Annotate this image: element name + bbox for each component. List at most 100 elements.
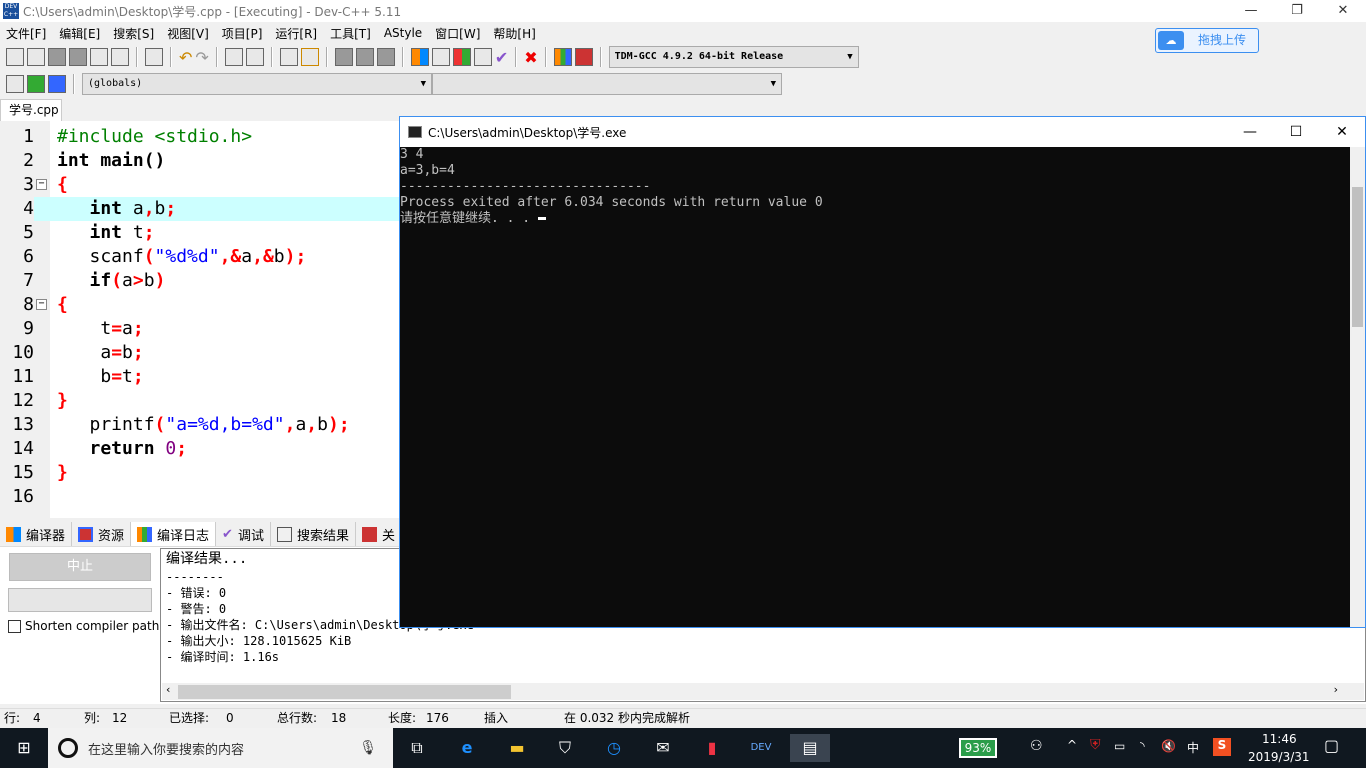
abort-button[interactable]: 中止 bbox=[9, 553, 151, 581]
tab-resources[interactable]: 资源 bbox=[72, 522, 132, 546]
stop-icon[interactable]: ✖ bbox=[524, 48, 537, 67]
code-line[interactable]: 14 return 0; bbox=[0, 437, 400, 461]
code-line[interactable]: 1 #include <stdio.h> bbox=[0, 125, 400, 149]
code-line[interactable]: 15} bbox=[0, 461, 400, 485]
office-icon[interactable]: ▮ bbox=[698, 734, 726, 762]
menu-astyle[interactable]: AStyle bbox=[378, 26, 429, 40]
mail-icon[interactable]: ✉ bbox=[649, 734, 677, 762]
code-line[interactable]: 13 printf("a=%d,b=%d",a,b); bbox=[0, 413, 400, 437]
edge-icon[interactable]: e bbox=[453, 734, 481, 762]
unindent-icon[interactable] bbox=[300, 48, 319, 66]
menu-window[interactable]: 窗口[W] bbox=[429, 25, 487, 42]
restore-button[interactable]: ❐ bbox=[1274, 0, 1320, 22]
upload-button[interactable]: ☁ 拖拽上传 bbox=[1155, 28, 1259, 53]
redo-icon[interactable]: ↷ bbox=[195, 48, 208, 67]
code-line[interactable]: 16 bbox=[0, 485, 400, 509]
replace-icon[interactable] bbox=[245, 48, 264, 66]
close-button[interactable]: ✕ bbox=[1320, 0, 1366, 22]
console-window[interactable]: C:\Users\admin\Desktop\学号.exe — ☐ ✕ 3 4 … bbox=[399, 116, 1366, 628]
task-view-icon[interactable]: ⧉ bbox=[403, 734, 431, 762]
devcpp-taskbar-icon[interactable]: DEV bbox=[747, 734, 775, 762]
menu-edit[interactable]: 编辑[E] bbox=[53, 25, 107, 42]
battery-icon[interactable]: ▭ bbox=[1114, 739, 1125, 753]
code-line[interactable]: 9 t=a; bbox=[0, 317, 400, 341]
syntax-check-icon[interactable]: ✔ bbox=[495, 48, 508, 67]
console-minimize-button[interactable]: — bbox=[1227, 117, 1273, 147]
checkbox[interactable] bbox=[8, 619, 21, 633]
close-file-icon[interactable] bbox=[90, 48, 108, 66]
run-icon[interactable] bbox=[431, 48, 450, 66]
code-line[interactable]: 8−{ bbox=[0, 293, 400, 317]
bookmark-icon[interactable] bbox=[376, 48, 395, 66]
minimize-button[interactable]: — bbox=[1228, 0, 1274, 22]
menu-view[interactable]: 视图[V] bbox=[161, 25, 216, 42]
back-icon[interactable] bbox=[334, 48, 353, 66]
compile-icon[interactable] bbox=[410, 48, 429, 66]
taskbar-search-box[interactable]: 在这里输入你要搜索的内容 🎙 bbox=[48, 728, 393, 768]
tab-compiler[interactable]: 编译器 bbox=[0, 522, 73, 546]
code-line[interactable]: 4 int a,b; bbox=[0, 197, 400, 221]
forward-icon[interactable] bbox=[355, 48, 374, 66]
scroll-right-icon[interactable]: › bbox=[1334, 683, 1338, 696]
code-line[interactable]: 10 a=b; bbox=[0, 341, 400, 365]
file-tab[interactable]: 学号.cpp bbox=[0, 99, 62, 121]
code-line[interactable]: 7 if(a>b) bbox=[0, 269, 400, 293]
show-hidden-icons[interactable]: ^ bbox=[1067, 738, 1077, 752]
add-to-project-icon[interactable] bbox=[27, 75, 45, 93]
print-icon[interactable] bbox=[145, 48, 163, 66]
sogou-icon[interactable]: S bbox=[1213, 738, 1231, 756]
menu-project[interactable]: 项目[P] bbox=[216, 25, 270, 42]
wifi-icon[interactable]: ◝ bbox=[1140, 739, 1145, 753]
notifications-icon[interactable]: ▢ bbox=[1324, 736, 1339, 755]
ime-indicator[interactable]: 中 bbox=[1187, 739, 1199, 756]
compile-run-icon[interactable] bbox=[452, 48, 471, 66]
fold-toggle-icon[interactable]: − bbox=[36, 299, 47, 310]
find-icon[interactable] bbox=[224, 48, 243, 66]
code-editor[interactable]: 1 #include <stdio.h> 2 int main() 3−{4 int a… bbox=[0, 121, 400, 518]
store-icon[interactable]: ⛉ bbox=[551, 734, 579, 762]
file-explorer-icon[interactable]: ▬ bbox=[503, 734, 531, 762]
people-icon[interactable]: ⚇ bbox=[1030, 738, 1043, 754]
clock-time[interactable]: 11:46 bbox=[1262, 732, 1297, 746]
menu-search[interactable]: 搜索[S] bbox=[107, 25, 161, 42]
new-file-icon[interactable] bbox=[6, 48, 24, 66]
clock-date[interactable]: 2019/3/31 bbox=[1248, 750, 1310, 764]
shorten-paths-checkbox[interactable]: Shorten compiler paths bbox=[8, 619, 166, 633]
console-maximize-button[interactable]: ☐ bbox=[1273, 117, 1319, 147]
save-all-icon[interactable] bbox=[69, 48, 87, 66]
console-scrollbar[interactable] bbox=[1350, 147, 1365, 627]
save-icon[interactable] bbox=[48, 48, 66, 66]
menu-file[interactable]: 文件[F] bbox=[0, 25, 53, 42]
microphone-icon[interactable]: 🎙 bbox=[359, 740, 377, 756]
insert-icon[interactable] bbox=[6, 75, 24, 93]
code-line[interactable]: 11 b=t; bbox=[0, 365, 400, 389]
mcafee-icon[interactable]: ⛨ bbox=[1090, 737, 1101, 753]
tab-compile-log[interactable]: 编译日志 bbox=[131, 522, 217, 546]
console-close-button[interactable]: ✕ bbox=[1319, 117, 1365, 147]
scroll-left-icon[interactable]: ‹ bbox=[166, 683, 170, 696]
toggle-bookmark-icon[interactable] bbox=[48, 75, 66, 93]
clock-app-icon[interactable]: ◷ bbox=[600, 734, 628, 762]
code-line[interactable]: 3−{ bbox=[0, 173, 400, 197]
undo-icon[interactable]: ↶ bbox=[179, 48, 192, 67]
code-line[interactable]: 12} bbox=[0, 389, 400, 413]
scrollbar-thumb[interactable] bbox=[178, 685, 511, 699]
scrollbar-thumb[interactable] bbox=[1352, 187, 1363, 327]
delete-profile-icon[interactable] bbox=[574, 48, 593, 66]
tab-debug[interactable]: ✔ 调试 bbox=[216, 522, 271, 546]
volume-muted-icon[interactable]: 🔇 bbox=[1161, 739, 1176, 753]
code-line[interactable]: 5 int t; bbox=[0, 221, 400, 245]
rebuild-icon[interactable] bbox=[473, 48, 492, 66]
menu-tools[interactable]: 工具[T] bbox=[324, 25, 378, 42]
code-line[interactable]: 6 scanf("%d%d",&a,&b); bbox=[0, 245, 400, 269]
close-all-icon[interactable] bbox=[111, 48, 129, 66]
tab-close[interactable]: 关 bbox=[355, 522, 402, 546]
menu-help[interactable]: 帮助[H] bbox=[487, 25, 542, 42]
console-taskbar-icon[interactable]: ▤ bbox=[790, 734, 830, 762]
indent-icon[interactable] bbox=[279, 48, 298, 66]
symbol-select[interactable]: ▼ bbox=[432, 73, 782, 95]
scope-select[interactable]: (globals) ▼ bbox=[82, 73, 432, 95]
open-file-icon[interactable] bbox=[27, 48, 45, 66]
profile-icon[interactable] bbox=[553, 48, 572, 66]
menu-run[interactable]: 运行[R] bbox=[269, 25, 324, 42]
